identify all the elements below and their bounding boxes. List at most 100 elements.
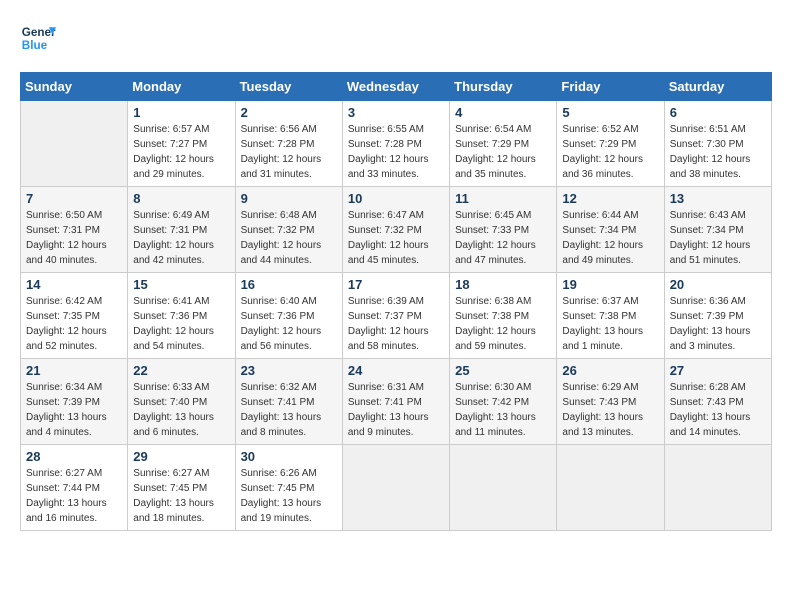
calendar-cell: 8 Sunrise: 6:49 AM Sunset: 7:31 PM Dayli… [128, 187, 235, 273]
day-info: Sunrise: 6:50 AM Sunset: 7:31 PM Dayligh… [26, 208, 122, 268]
calendar-cell: 20 Sunrise: 6:36 AM Sunset: 7:39 PM Dayl… [664, 273, 771, 359]
day-info: Sunrise: 6:44 AM Sunset: 7:34 PM Dayligh… [562, 208, 658, 268]
calendar-cell: 11 Sunrise: 6:45 AM Sunset: 7:33 PM Dayl… [450, 187, 557, 273]
calendar-cell: 28 Sunrise: 6:27 AM Sunset: 7:44 PM Dayl… [21, 445, 128, 531]
day-info: Sunrise: 6:30 AM Sunset: 7:42 PM Dayligh… [455, 380, 551, 440]
day-number: 7 [26, 191, 122, 206]
day-info: Sunrise: 6:32 AM Sunset: 7:41 PM Dayligh… [241, 380, 337, 440]
day-info: Sunrise: 6:51 AM Sunset: 7:30 PM Dayligh… [670, 122, 766, 182]
day-info: Sunrise: 6:26 AM Sunset: 7:45 PM Dayligh… [241, 466, 337, 526]
calendar-cell: 21 Sunrise: 6:34 AM Sunset: 7:39 PM Dayl… [21, 359, 128, 445]
logo-icon: General Blue [20, 20, 56, 56]
calendar-cell: 12 Sunrise: 6:44 AM Sunset: 7:34 PM Dayl… [557, 187, 664, 273]
header-monday: Monday [128, 73, 235, 101]
calendar-cell [21, 101, 128, 187]
day-info: Sunrise: 6:57 AM Sunset: 7:27 PM Dayligh… [133, 122, 229, 182]
day-number: 19 [562, 277, 658, 292]
day-number: 13 [670, 191, 766, 206]
calendar-cell [664, 445, 771, 531]
calendar-cell: 14 Sunrise: 6:42 AM Sunset: 7:35 PM Dayl… [21, 273, 128, 359]
day-info: Sunrise: 6:40 AM Sunset: 7:36 PM Dayligh… [241, 294, 337, 354]
logo: General Blue [20, 20, 56, 56]
calendar-cell: 30 Sunrise: 6:26 AM Sunset: 7:45 PM Dayl… [235, 445, 342, 531]
day-info: Sunrise: 6:29 AM Sunset: 7:43 PM Dayligh… [562, 380, 658, 440]
calendar-cell: 3 Sunrise: 6:55 AM Sunset: 7:28 PM Dayli… [342, 101, 449, 187]
day-number: 18 [455, 277, 551, 292]
day-number: 20 [670, 277, 766, 292]
day-number: 27 [670, 363, 766, 378]
day-info: Sunrise: 6:42 AM Sunset: 7:35 PM Dayligh… [26, 294, 122, 354]
header-thursday: Thursday [450, 73, 557, 101]
day-info: Sunrise: 6:34 AM Sunset: 7:39 PM Dayligh… [26, 380, 122, 440]
day-number: 2 [241, 105, 337, 120]
day-number: 30 [241, 449, 337, 464]
page-header: General Blue [20, 20, 772, 56]
calendar-cell: 10 Sunrise: 6:47 AM Sunset: 7:32 PM Dayl… [342, 187, 449, 273]
calendar-cell: 29 Sunrise: 6:27 AM Sunset: 7:45 PM Dayl… [128, 445, 235, 531]
day-info: Sunrise: 6:52 AM Sunset: 7:29 PM Dayligh… [562, 122, 658, 182]
day-number: 3 [348, 105, 444, 120]
day-info: Sunrise: 6:36 AM Sunset: 7:39 PM Dayligh… [670, 294, 766, 354]
calendar-cell: 9 Sunrise: 6:48 AM Sunset: 7:32 PM Dayli… [235, 187, 342, 273]
calendar-cell [557, 445, 664, 531]
calendar-week-5: 28 Sunrise: 6:27 AM Sunset: 7:44 PM Dayl… [21, 445, 772, 531]
day-number: 9 [241, 191, 337, 206]
calendar-cell: 15 Sunrise: 6:41 AM Sunset: 7:36 PM Dayl… [128, 273, 235, 359]
calendar-cell: 19 Sunrise: 6:37 AM Sunset: 7:38 PM Dayl… [557, 273, 664, 359]
calendar-cell [342, 445, 449, 531]
calendar-cell: 24 Sunrise: 6:31 AM Sunset: 7:41 PM Dayl… [342, 359, 449, 445]
svg-text:Blue: Blue [22, 39, 48, 52]
day-number: 11 [455, 191, 551, 206]
calendar-cell: 17 Sunrise: 6:39 AM Sunset: 7:37 PM Dayl… [342, 273, 449, 359]
calendar-cell: 4 Sunrise: 6:54 AM Sunset: 7:29 PM Dayli… [450, 101, 557, 187]
calendar-cell [450, 445, 557, 531]
day-info: Sunrise: 6:37 AM Sunset: 7:38 PM Dayligh… [562, 294, 658, 354]
calendar-cell: 18 Sunrise: 6:38 AM Sunset: 7:38 PM Dayl… [450, 273, 557, 359]
calendar-cell: 5 Sunrise: 6:52 AM Sunset: 7:29 PM Dayli… [557, 101, 664, 187]
calendar-table: SundayMondayTuesdayWednesdayThursdayFrid… [20, 72, 772, 531]
header-friday: Friday [557, 73, 664, 101]
day-number: 12 [562, 191, 658, 206]
day-info: Sunrise: 6:31 AM Sunset: 7:41 PM Dayligh… [348, 380, 444, 440]
day-info: Sunrise: 6:28 AM Sunset: 7:43 PM Dayligh… [670, 380, 766, 440]
day-number: 21 [26, 363, 122, 378]
calendar-week-4: 21 Sunrise: 6:34 AM Sunset: 7:39 PM Dayl… [21, 359, 772, 445]
calendar-week-1: 1 Sunrise: 6:57 AM Sunset: 7:27 PM Dayli… [21, 101, 772, 187]
header-tuesday: Tuesday [235, 73, 342, 101]
day-number: 24 [348, 363, 444, 378]
day-info: Sunrise: 6:27 AM Sunset: 7:45 PM Dayligh… [133, 466, 229, 526]
day-number: 29 [133, 449, 229, 464]
day-info: Sunrise: 6:54 AM Sunset: 7:29 PM Dayligh… [455, 122, 551, 182]
calendar-cell: 27 Sunrise: 6:28 AM Sunset: 7:43 PM Dayl… [664, 359, 771, 445]
header-saturday: Saturday [664, 73, 771, 101]
calendar-cell: 1 Sunrise: 6:57 AM Sunset: 7:27 PM Dayli… [128, 101, 235, 187]
day-number: 16 [241, 277, 337, 292]
day-info: Sunrise: 6:47 AM Sunset: 7:32 PM Dayligh… [348, 208, 444, 268]
header-wednesday: Wednesday [342, 73, 449, 101]
day-info: Sunrise: 6:49 AM Sunset: 7:31 PM Dayligh… [133, 208, 229, 268]
day-info: Sunrise: 6:39 AM Sunset: 7:37 PM Dayligh… [348, 294, 444, 354]
day-number: 1 [133, 105, 229, 120]
day-info: Sunrise: 6:38 AM Sunset: 7:38 PM Dayligh… [455, 294, 551, 354]
calendar-cell: 2 Sunrise: 6:56 AM Sunset: 7:28 PM Dayli… [235, 101, 342, 187]
day-number: 26 [562, 363, 658, 378]
day-number: 23 [241, 363, 337, 378]
day-number: 22 [133, 363, 229, 378]
calendar-week-3: 14 Sunrise: 6:42 AM Sunset: 7:35 PM Dayl… [21, 273, 772, 359]
day-info: Sunrise: 6:43 AM Sunset: 7:34 PM Dayligh… [670, 208, 766, 268]
day-info: Sunrise: 6:55 AM Sunset: 7:28 PM Dayligh… [348, 122, 444, 182]
calendar-cell: 23 Sunrise: 6:32 AM Sunset: 7:41 PM Dayl… [235, 359, 342, 445]
day-info: Sunrise: 6:41 AM Sunset: 7:36 PM Dayligh… [133, 294, 229, 354]
day-number: 14 [26, 277, 122, 292]
day-info: Sunrise: 6:56 AM Sunset: 7:28 PM Dayligh… [241, 122, 337, 182]
day-number: 4 [455, 105, 551, 120]
calendar-cell: 26 Sunrise: 6:29 AM Sunset: 7:43 PM Dayl… [557, 359, 664, 445]
calendar-week-2: 7 Sunrise: 6:50 AM Sunset: 7:31 PM Dayli… [21, 187, 772, 273]
calendar-cell: 22 Sunrise: 6:33 AM Sunset: 7:40 PM Dayl… [128, 359, 235, 445]
day-number: 8 [133, 191, 229, 206]
day-number: 6 [670, 105, 766, 120]
day-info: Sunrise: 6:27 AM Sunset: 7:44 PM Dayligh… [26, 466, 122, 526]
calendar-cell: 7 Sunrise: 6:50 AM Sunset: 7:31 PM Dayli… [21, 187, 128, 273]
day-info: Sunrise: 6:33 AM Sunset: 7:40 PM Dayligh… [133, 380, 229, 440]
calendar-cell: 16 Sunrise: 6:40 AM Sunset: 7:36 PM Dayl… [235, 273, 342, 359]
